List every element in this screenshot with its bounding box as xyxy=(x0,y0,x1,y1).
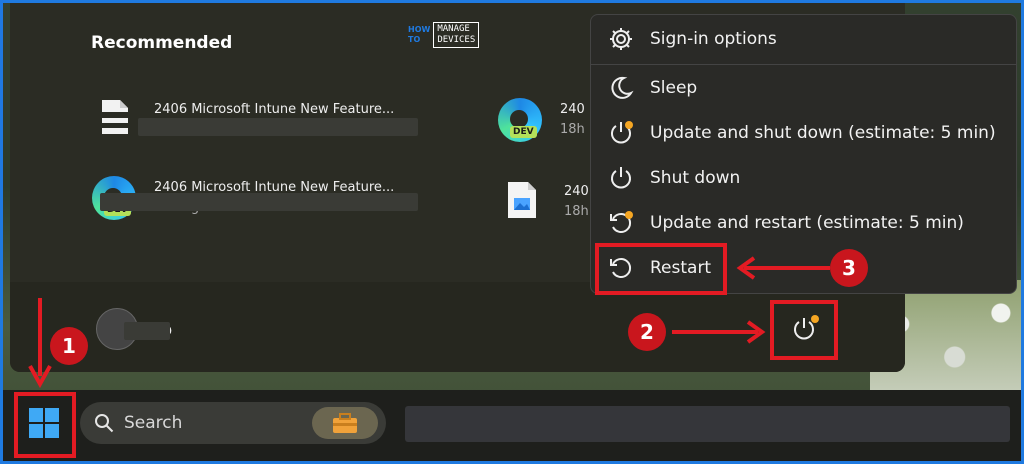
step-badge-3: 3 xyxy=(830,249,868,287)
step-badge-1: 1 xyxy=(50,327,88,365)
annotation-arrows xyxy=(28,256,830,389)
step-badge-2: 2 xyxy=(628,313,666,351)
